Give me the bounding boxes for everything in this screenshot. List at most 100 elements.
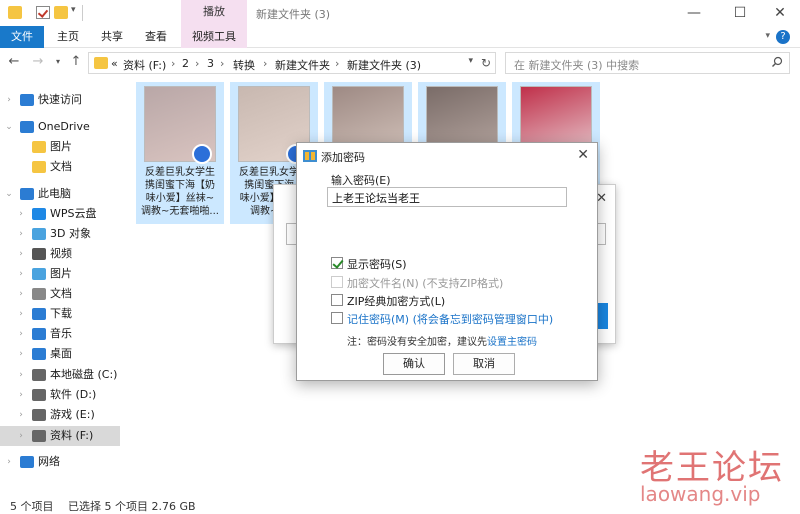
- sidebar-item-label: 图片: [50, 140, 72, 153]
- sidebar-item[interactable]: ⌄ 此电脑: [0, 184, 122, 204]
- file-item[interactable]: 反差巨乳女学生 携闺蜜下海【奶 味小爱】丝袜~ 调教~无套啪啪...: [136, 82, 224, 224]
- sidebar-item[interactable]: › 图片: [0, 264, 122, 284]
- sidebar-item[interactable]: › 文档: [0, 284, 122, 304]
- chevron-right-icon[interactable]: ›: [16, 244, 26, 264]
- picture-icon: [32, 268, 46, 280]
- breadcrumb-item[interactable]: 资料 (F:): [123, 57, 166, 73]
- close-icon[interactable]: ✕: [577, 147, 589, 163]
- sidebar-item-label: 音乐: [50, 327, 72, 340]
- chevron-right-icon[interactable]: ›: [16, 204, 26, 224]
- chevron-right-icon[interactable]: ›: [16, 365, 26, 385]
- sidebar-item[interactable]: › 视频: [0, 244, 122, 264]
- customize-toolbar-icon[interactable]: ▾: [71, 5, 76, 15]
- remember-password-checkbox[interactable]: [331, 312, 343, 324]
- chevron-right-icon[interactable]: ›: [16, 344, 26, 364]
- search-placeholder: 在 新建文件夹 (3) 中搜索: [514, 59, 640, 72]
- context-tab-play[interactable]: 播放: [181, 0, 247, 26]
- breadcrumb-overflow[interactable]: «: [111, 57, 118, 70]
- back-arrow-icon[interactable]: ←: [6, 54, 22, 70]
- sidebar-item[interactable]: › 快速访问: [0, 90, 122, 110]
- refresh-icon[interactable]: ↻: [481, 56, 491, 70]
- help-icon[interactable]: ?: [776, 30, 790, 44]
- chevron-right-icon[interactable]: ›: [220, 57, 224, 70]
- cancel-button[interactable]: 取消: [453, 353, 515, 375]
- address-row: ← → ▾ ↑ « 资料 (F:) › 2 › 3 › 转换 › 新建文件夹 ›…: [0, 48, 800, 78]
- chevron-right-icon[interactable]: ›: [195, 57, 199, 70]
- close-button[interactable]: ✕: [764, 0, 796, 26]
- folder-icon[interactable]: [8, 6, 22, 19]
- scrollbar[interactable]: [786, 82, 798, 490]
- music-icon: [32, 328, 46, 340]
- sidebar-item-label: 网络: [38, 455, 60, 468]
- chevron-right-icon[interactable]: ›: [16, 284, 26, 304]
- chevron-right-icon[interactable]: ›: [4, 452, 14, 472]
- tab-view[interactable]: 查看: [138, 26, 174, 48]
- sidebar-item[interactable]: › WPS云盘: [0, 204, 122, 224]
- video-icon: [32, 248, 46, 260]
- tab-share[interactable]: 共享: [94, 26, 130, 48]
- recent-locations-icon[interactable]: ▾: [50, 54, 66, 70]
- properties-icon[interactable]: [36, 6, 50, 19]
- tab-video-tools[interactable]: 视频工具: [181, 26, 247, 48]
- file-name: 反差巨乳女学生 携闺蜜下海【奶 味小爱】丝袜~ 调教~无套啪啪...: [141, 167, 219, 217]
- maximize-button[interactable]: ☐: [724, 0, 756, 26]
- sidebar-item[interactable]: › 网络: [0, 452, 122, 472]
- note-text: 注：密码没有安全加密，建议先: [347, 337, 487, 348]
- encrypt-filenames-checkbox[interactable]: [331, 276, 343, 288]
- password-field[interactable]: 上老王论坛当老王: [327, 187, 567, 207]
- sidebar-item[interactable]: › 本地磁盘 (C:): [0, 365, 122, 385]
- chevron-right-icon[interactable]: ›: [16, 224, 26, 244]
- drive-icon: [32, 389, 46, 401]
- zip-classic-checkbox[interactable]: [331, 294, 343, 306]
- chevron-down-icon[interactable]: ⌄: [4, 117, 14, 137]
- tab-file[interactable]: 文件: [0, 26, 44, 48]
- breadcrumb-item[interactable]: 2: [182, 57, 189, 70]
- folder-icon: [94, 57, 108, 69]
- breadcrumb-item[interactable]: 新建文件夹: [275, 57, 330, 73]
- chevron-right-icon[interactable]: ›: [16, 385, 26, 405]
- chevron-right-icon[interactable]: ›: [16, 405, 26, 425]
- star-icon: [20, 94, 34, 106]
- expand-ribbon-icon[interactable]: ▾: [765, 31, 770, 41]
- chevron-down-icon[interactable]: ▾: [468, 56, 473, 66]
- address-bar[interactable]: « 资料 (F:) › 2 › 3 › 转换 › 新建文件夹 › 新建文件夹 (…: [88, 52, 496, 74]
- chevron-right-icon[interactable]: ›: [16, 324, 26, 344]
- search-icon: [772, 56, 783, 67]
- chevron-right-icon[interactable]: ›: [16, 304, 26, 324]
- show-password-checkbox[interactable]: [331, 257, 343, 269]
- chevron-right-icon[interactable]: ›: [171, 57, 175, 70]
- sidebar-item[interactable]: 文档: [0, 157, 122, 177]
- sidebar-item[interactable]: 图片: [0, 137, 122, 157]
- chevron-right-icon[interactable]: ›: [16, 426, 26, 446]
- forward-arrow-icon[interactable]: →: [30, 54, 46, 70]
- new-folder-icon[interactable]: [54, 6, 68, 19]
- tab-home[interactable]: 主页: [50, 26, 86, 48]
- chevron-right-icon[interactable]: ›: [4, 90, 14, 110]
- sidebar-item[interactable]: › 下载: [0, 304, 122, 324]
- chevron-right-icon[interactable]: ›: [335, 57, 339, 70]
- sidebar-item[interactable]: › 软件 (D:): [0, 385, 122, 405]
- set-master-password-link[interactable]: 设置主密码: [487, 337, 537, 348]
- chevron-down-icon[interactable]: ⌄: [4, 184, 14, 204]
- encrypt-filenames-label: 加密文件名(N) (不支持ZIP格式): [347, 277, 504, 290]
- sidebar-item-label: 软件 (D:): [50, 388, 97, 401]
- sidebar-item[interactable]: › 桌面: [0, 344, 122, 364]
- sidebar-item[interactable]: ⌄ OneDrive: [0, 117, 122, 137]
- breadcrumb-item[interactable]: 新建文件夹 (3): [347, 57, 421, 73]
- confirm-button[interactable]: 确认: [383, 353, 445, 375]
- sidebar-item[interactable]: › 3D 对象: [0, 224, 122, 244]
- chevron-right-icon[interactable]: ›: [16, 264, 26, 284]
- up-arrow-icon[interactable]: ↑: [68, 54, 84, 70]
- breadcrumb-item[interactable]: 转换: [233, 57, 255, 73]
- add-password-dialog: 添加密码 ✕ 输入密码(E) 上老王论坛当老王 显示密码(S) 加密文件名(N)…: [296, 142, 598, 381]
- folder-icon: [32, 161, 46, 173]
- sidebar-item-label: 下载: [50, 307, 72, 320]
- chevron-right-icon[interactable]: ›: [263, 57, 267, 70]
- sidebar-item[interactable]: › 游戏 (E:): [0, 405, 122, 425]
- search-input[interactable]: 在 新建文件夹 (3) 中搜索: [505, 52, 790, 74]
- sidebar-item[interactable]: › 资料 (F:): [0, 426, 120, 446]
- sidebar-item-label: 游戏 (E:): [50, 408, 95, 421]
- breadcrumb-item[interactable]: 3: [207, 57, 214, 70]
- minimize-button[interactable]: —: [678, 0, 710, 26]
- sidebar-item[interactable]: › 音乐: [0, 324, 122, 344]
